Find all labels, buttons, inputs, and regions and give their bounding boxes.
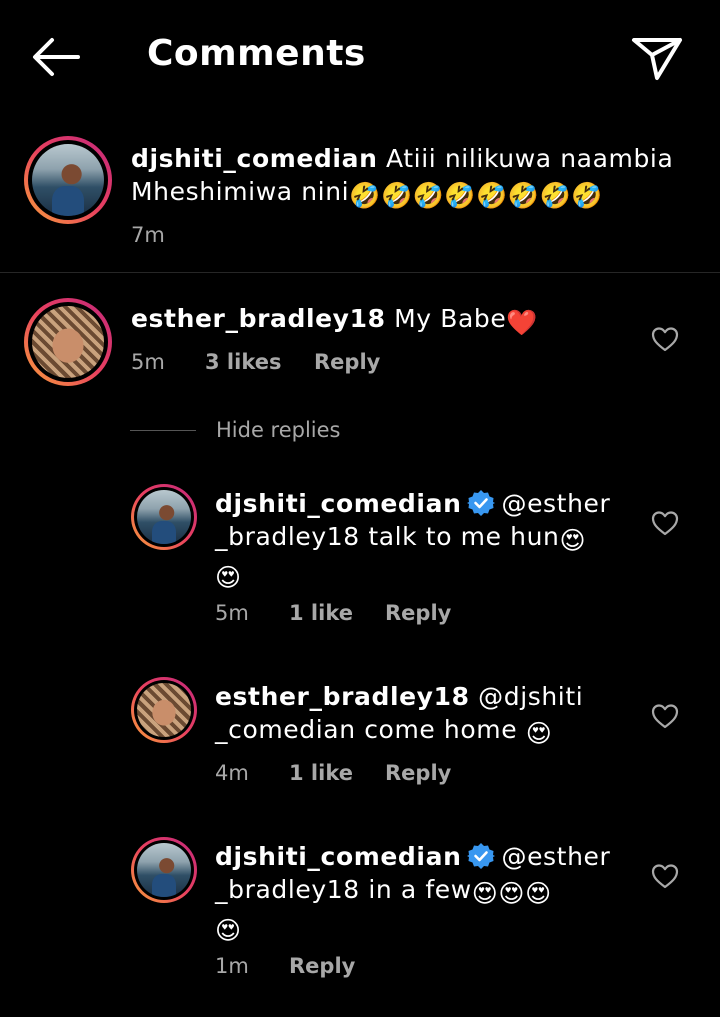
avatar-photo [32,144,104,216]
heart-eyes-emoji: 😍😍😍 [471,879,552,908]
rofl-emoji: 🤣🤣🤣🤣🤣🤣🤣🤣 [349,181,604,210]
heart-eyes-emoji: 😍 [525,719,553,748]
hide-replies-label[interactable]: Hide replies [216,418,341,442]
reply-body: _bradley18 talk to me hun [215,522,560,551]
heart-eyes-emoji: 😍 [559,526,587,555]
post-caption: djshiti_comedian Atiii nilikuwa naambia … [0,128,720,273]
heart-eyes-emoji: 😍 [215,916,242,945]
comment-username[interactable]: esther_bradley18 [131,304,386,333]
comment-item: esther_bradley18 My Babe❤️ 5m 3 likes Re… [0,298,720,398]
verified-badge-icon [467,490,496,516]
reply-body: _comedian come home [215,715,518,744]
reply-time: 4m [215,761,249,785]
heart-icon[interactable] [651,326,679,352]
comment-body: My Babe [394,304,507,333]
avatar-photo [32,306,104,378]
reply-button[interactable]: Reply [385,601,451,625]
reply-button[interactable]: Reply [314,350,380,374]
avatar[interactable] [131,837,197,903]
comment-time: 5m [131,350,165,374]
heart-icon[interactable] [651,703,679,729]
reply-likes[interactable]: 1 like [289,761,353,785]
share-button[interactable] [630,34,684,82]
caption-text: djshiti_comedian Atiii nilikuwa naambia … [131,142,691,212]
heart-eyes-emoji: 😍 [215,563,242,592]
arrow-left-icon [33,38,80,76]
paper-plane-icon [632,38,682,80]
reply-item: esther_bradley18 @djshiti _comedian come… [0,677,720,787]
reply-username[interactable]: esther_bradley18 [215,682,470,711]
caption-body-line1: Atiii nilikuwa naambia [386,144,674,173]
reply-mention[interactable]: @esther [501,489,610,518]
reply-mention[interactable]: @djshiti [478,682,583,711]
reply-time: 5m [215,601,249,625]
heart-icon[interactable] [651,863,679,889]
comment-text: esther_bradley18 My Babe❤️ [131,302,611,339]
avatar-photo [137,490,191,544]
reply-mention[interactable]: @esther [501,842,610,871]
reply-thread-line [130,430,196,431]
reply-username[interactable]: djshiti_comedian [215,842,461,871]
avatar[interactable] [24,136,112,224]
caption-username[interactable]: djshiti_comedian [131,144,377,173]
reply-body: _bradley18 in a few [215,875,472,904]
reply-time: 1m [215,954,249,978]
hide-replies-toggle[interactable]: Hide replies [130,418,430,446]
reply-item: djshiti_comedian @esther _bradley18 talk… [0,484,720,634]
reply-button[interactable]: Reply [289,954,355,978]
avatar[interactable] [131,484,197,550]
reply-text: djshiti_comedian @esther _bradley18 in a… [215,840,615,947]
caption-time: 7m [131,223,165,247]
heart-icon[interactable] [651,510,679,536]
avatar[interactable] [131,677,197,743]
comment-likes[interactable]: 3 likes [205,350,281,374]
avatar-photo [137,683,191,737]
reply-item: djshiti_comedian @esther _bradley18 in a… [0,837,720,987]
page-title: Comments [147,33,366,74]
reply-username[interactable]: djshiti_comedian [215,489,461,518]
back-button[interactable] [28,34,84,80]
verified-badge-icon [467,843,496,869]
reply-button[interactable]: Reply [385,761,451,785]
top-bar: Comments [0,0,720,112]
reply-text: djshiti_comedian @esther _bradley18 talk… [215,487,615,594]
heart-emoji: ❤️ [506,308,539,337]
avatar[interactable] [24,298,112,386]
avatar-photo [137,843,191,897]
reply-likes[interactable]: 1 like [289,601,353,625]
caption-body-line2: Mheshimiwa nini [131,177,350,206]
reply-text: esther_bradley18 @djshiti _comedian come… [215,680,615,750]
